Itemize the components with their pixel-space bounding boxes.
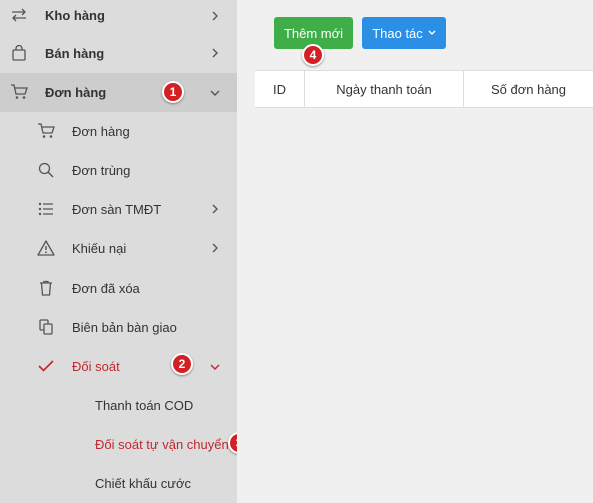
sidebar-subitem-label: Đơn trùng [72, 163, 131, 178]
cart-icon [37, 122, 55, 140]
main-content: Thêm mới Thao tác ID Ngày thanh toán Số … [237, 0, 593, 503]
sidebar-subitem-label: Đơn sàn TMĐT [72, 202, 162, 217]
content-panel: Thêm mới Thao tác ID Ngày thanh toán Số … [255, 0, 593, 503]
sidebar-subitem-duplicate-orders[interactable]: Đơn trùng [0, 151, 237, 189]
sidebar-item-label: Bán hàng [45, 46, 105, 61]
check-icon [37, 357, 55, 375]
sidebar-subitem-orders[interactable]: Đơn hàng [0, 112, 237, 150]
chevron-right-icon [209, 203, 221, 215]
sidebar-item-label: Đơn hàng [45, 85, 107, 100]
sidebar-subitem-self-shipping-reconciliation[interactable]: Đối soát tự vận chuyển [0, 425, 237, 463]
step-badge: 2 [171, 353, 193, 375]
sidebar-subitem-label: Biên bản bàn giao [72, 320, 177, 335]
actions-label: Thao tác [372, 25, 423, 41]
cart-icon [10, 83, 28, 101]
sidebar-subitem-label: Đối soát [72, 359, 120, 374]
sidebar-subitem-deleted-orders[interactable]: Đơn đã xóa [0, 268, 237, 308]
sidebar-subitem-shipping-discount[interactable]: Chiết khấu cước [0, 464, 237, 502]
trash-icon [37, 279, 55, 297]
sidebar-item-sales[interactable]: Bán hàng [0, 34, 237, 72]
sidebar-subitem-label: Chiết khấu cước [95, 476, 191, 491]
step-badge: 4 [302, 44, 324, 66]
sidebar-subitem-cod-payment[interactable]: Thanh toán COD [0, 386, 237, 424]
search-icon [37, 161, 55, 179]
step-badge: 1 [162, 81, 184, 103]
chevron-down-icon [209, 361, 221, 373]
column-header-id[interactable]: ID [255, 71, 305, 108]
sidebar: Kho hàng Bán hàng Đơn hàng Đơn hàng Đơn … [0, 0, 250, 503]
chevron-right-icon [209, 47, 221, 59]
sidebar-subitem-label: Khiếu nại [72, 241, 127, 256]
add-new-label: Thêm mới [283, 25, 344, 41]
sidebar-subitem-complaints[interactable]: Khiếu nại [0, 229, 237, 267]
chevron-right-icon [209, 242, 221, 254]
sidebar-subitem-label: Đơn đã xóa [72, 281, 140, 296]
chevron-right-icon [209, 10, 221, 22]
sidebar-subitem-label: Đối soát tự vận chuyển [95, 437, 229, 452]
sidebar-subitem-label: Đơn hàng [72, 124, 130, 139]
actions-dropdown-button[interactable]: Thao tác [362, 17, 446, 49]
swap-arrows-icon [10, 6, 28, 24]
sidebar-subitem-handover-record[interactable]: Biên bản bàn giao [0, 308, 237, 346]
list-icon [37, 200, 55, 218]
chevron-down-icon [428, 30, 436, 36]
sidebar-subitem-marketplace-orders[interactable]: Đơn sàn TMĐT [0, 190, 237, 228]
copy-icon [37, 318, 55, 336]
column-header-order-count[interactable]: Số đơn hàng [464, 71, 593, 108]
sidebar-subitem-label: Thanh toán COD [95, 398, 194, 413]
chevron-down-icon [209, 87, 221, 99]
sidebar-subitem-reconciliation[interactable]: Đối soát [0, 347, 237, 385]
sidebar-item-warehouse[interactable]: Kho hàng [0, 0, 237, 32]
sidebar-item-label: Kho hàng [45, 8, 105, 23]
sidebar-item-orders[interactable]: Đơn hàng [0, 73, 237, 112]
shopping-bag-icon [10, 44, 28, 62]
column-header-payment-date[interactable]: Ngày thanh toán [305, 71, 464, 108]
table-header: ID Ngày thanh toán Số đơn hàng [255, 70, 593, 108]
warning-icon [37, 239, 55, 257]
